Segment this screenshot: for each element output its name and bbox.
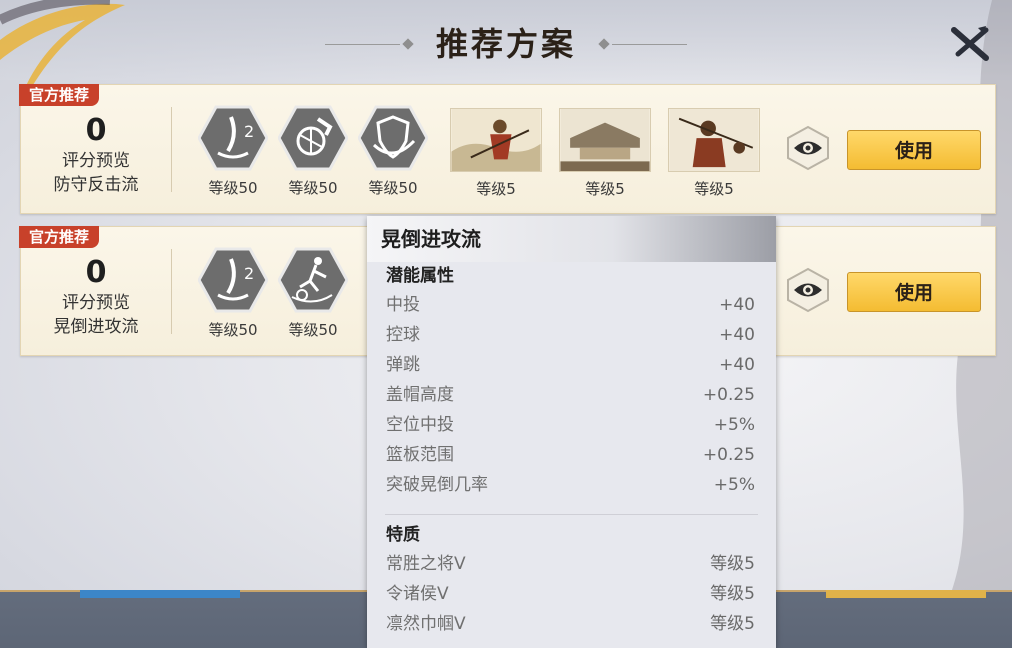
score-label: 评分预览 <box>62 151 130 171</box>
attribute-row: 控球 +40 <box>367 320 776 350</box>
trait-row: 凛然巾帼Ⅴ 等级5 <box>367 609 776 639</box>
plan-name: 晃倒进攻流 <box>53 317 139 337</box>
basketball-hand-icon <box>277 105 349 171</box>
attribute-name: 控球 <box>386 325 420 345</box>
skill-level: 等级50 <box>288 179 338 197</box>
skill-slot[interactable]: 等级50 <box>275 247 351 340</box>
skill-level: 等级50 <box>208 179 258 197</box>
section-divider <box>385 514 758 515</box>
attribute-row: 弹跳 +40 <box>367 350 776 380</box>
popup-title: 晃倒进攻流 <box>367 216 776 262</box>
hero-level: 等级5 <box>585 180 625 198</box>
title-bar: 推荐方案 <box>0 18 1012 70</box>
dribble-player-icon <box>277 247 349 313</box>
attribute-name: 盖帽高度 <box>386 385 454 405</box>
hero-level: 等级5 <box>694 180 734 198</box>
trait-name: 常胜之将Ⅴ <box>386 554 466 574</box>
trait-row: 常胜之将Ⅴ 等级5 <box>367 549 776 579</box>
attribute-row: 空位中投 +5% <box>367 410 776 440</box>
title-line-left <box>325 44 400 45</box>
attribute-value: +40 <box>719 355 755 375</box>
score-block: 0 评分预览 晃倒进攻流 <box>21 255 171 339</box>
attribute-name: 空位中投 <box>386 415 454 435</box>
bottom-tab-left <box>80 590 240 598</box>
shield-icon <box>357 105 429 171</box>
divider <box>171 249 172 334</box>
attribute-row: 篮板范围 +0.25 <box>367 440 776 470</box>
svg-text:2: 2 <box>244 264 254 283</box>
trait-level: 等级5 <box>710 554 755 574</box>
score-value: 0 <box>85 255 107 290</box>
traits-section-title: 特质 <box>386 525 420 545</box>
attribute-value: +0.25 <box>702 445 755 465</box>
skill-slot[interactable]: 等级50 <box>275 105 351 198</box>
ball-bounce-icon: 2 <box>197 247 269 313</box>
attribute-row: 中投 +40 <box>367 290 776 320</box>
close-icon[interactable] <box>948 24 990 64</box>
page-title: 推荐方案 <box>435 25 576 63</box>
hero-slot[interactable]: 等级5 <box>449 108 543 199</box>
attribute-value: +5% <box>713 415 755 435</box>
trait-level: 等级5 <box>710 614 755 634</box>
skill-level: 等级50 <box>368 179 418 197</box>
skill-slot[interactable]: 等级50 <box>355 105 431 198</box>
skill-slot[interactable]: 2 等级50 <box>195 247 271 340</box>
skill-level: 等级50 <box>208 321 258 339</box>
hero-slot[interactable]: 等级5 <box>558 108 652 199</box>
trait-row: 令诸侯Ⅴ 等级5 <box>367 579 776 609</box>
svg-text:2: 2 <box>244 122 254 141</box>
official-badge: 官方推荐 <box>19 84 100 106</box>
potential-section-title: 潜能属性 <box>386 266 454 286</box>
plan-name: 防守反击流 <box>53 175 139 195</box>
attribute-row: 突破晃倒几率 +5% <box>367 470 776 500</box>
title-line-right <box>612 44 687 45</box>
score-block: 0 评分预览 防守反击流 <box>21 113 171 197</box>
plan-detail-popup: 晃倒进攻流 潜能属性 中投 +40 控球 +40 弹跳 +40 盖帽高度 +0.25 空位中投 +… <box>367 216 776 648</box>
hero-level: 等级5 <box>476 180 516 198</box>
attribute-name: 中投 <box>386 295 420 315</box>
use-button[interactable]: 使用 <box>847 272 981 312</box>
attribute-value: +40 <box>719 295 755 315</box>
score-label: 评分预览 <box>62 293 130 313</box>
attribute-value: +5% <box>713 475 755 495</box>
official-badge: 官方推荐 <box>19 226 100 248</box>
ball-bounce-icon: 2 <box>197 105 269 171</box>
skill-slot[interactable]: 2 等级50 <box>195 105 271 198</box>
trait-name: 令诸侯Ⅴ <box>386 584 449 604</box>
plan-card-1: 官方推荐 0 评分预览 防守反击流 2 等级50 等级50 等级50 等级5 等… <box>19 84 996 214</box>
attribute-value: +40 <box>719 325 755 345</box>
preview-eye-icon[interactable] <box>785 125 831 171</box>
attribute-list: 中投 +40 控球 +40 弹跳 +40 盖帽高度 +0.25 空位中投 +5% 篮板范围 +0.25… <box>367 290 776 500</box>
use-button[interactable]: 使用 <box>847 130 981 170</box>
trait-name: 凛然巾帼Ⅴ <box>386 614 466 634</box>
preview-eye-icon[interactable] <box>785 267 831 313</box>
hero-portrait <box>668 108 760 172</box>
skill-level: 等级50 <box>288 321 338 339</box>
attribute-value: +0.25 <box>702 385 755 405</box>
divider <box>171 107 172 192</box>
attribute-name: 突破晃倒几率 <box>386 475 488 495</box>
trait-level: 等级5 <box>710 584 755 604</box>
score-value: 0 <box>85 113 107 148</box>
hero-slot[interactable]: 等级5 <box>667 108 761 199</box>
hero-portrait <box>559 108 651 172</box>
trait-list: 常胜之将Ⅴ 等级5 令诸侯Ⅴ 等级5 凛然巾帼Ⅴ 等级5 <box>367 549 776 639</box>
attribute-name: 弹跳 <box>386 355 420 375</box>
bottom-tab-right <box>826 590 986 598</box>
attribute-name: 篮板范围 <box>386 445 454 465</box>
hero-portrait <box>450 108 542 172</box>
attribute-row: 盖帽高度 +0.25 <box>367 380 776 410</box>
